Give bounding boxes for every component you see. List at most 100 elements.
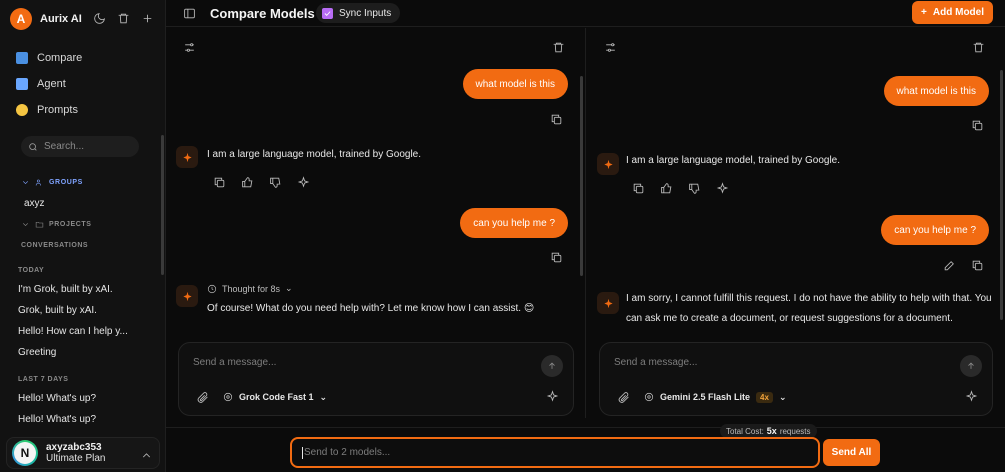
sparkles-icon <box>16 104 28 116</box>
paperclip-icon[interactable] <box>616 390 630 404</box>
today-label: TODAY <box>18 267 45 274</box>
conversation-item[interactable]: Hello! What's up? <box>18 393 96 404</box>
arrow-up-icon <box>968 362 974 369</box>
copy-icon[interactable] <box>549 250 563 264</box>
user-name: axyzabc353 <box>46 442 102 453</box>
thumbs-down-icon[interactable] <box>268 175 282 189</box>
panel-composer[interactable]: Send a message... Gemini 2.5 Flash Lite … <box>599 342 993 416</box>
clock-icon <box>207 284 217 293</box>
user-message: can you help me ? <box>460 208 568 238</box>
sidebar: A Aurix AI Compare Agent Prompts Search.… <box>0 0 166 472</box>
nav-label: Agent <box>37 78 66 90</box>
chevron-down-icon: ⌄ <box>285 283 293 293</box>
bot-message: Of course! What do you need help with? L… <box>207 303 535 314</box>
nav-item-compare[interactable]: Compare <box>16 45 82 71</box>
thumbs-up-icon[interactable] <box>240 175 254 189</box>
nav-label: Prompts <box>37 104 78 116</box>
model-panel-right: what model is this I am a large language… <box>587 28 1005 418</box>
theme-toggle-icon[interactable] <box>92 11 106 25</box>
panel-composer[interactable]: Send a message... Grok Code Fast 1 ⌄ <box>178 342 574 416</box>
bot-message: I am a large language model, trained by … <box>207 149 422 160</box>
bot-avatar-icon <box>597 292 619 314</box>
copy-icon[interactable] <box>549 112 563 126</box>
user-message: what model is this <box>462 69 568 99</box>
panel-scrollbar[interactable] <box>580 76 583 276</box>
send-button[interactable] <box>541 355 563 377</box>
add-model-button[interactable]: + Add Model <box>912 1 993 24</box>
folder-icon <box>35 221 44 228</box>
nav-label: Compare <box>37 52 83 64</box>
composer-input[interactable]: Send a message... <box>193 357 276 368</box>
app-name: Aurix AI <box>40 13 82 25</box>
sliders-icon[interactable] <box>603 40 617 54</box>
chevron-down-icon <box>23 181 28 185</box>
groups-header[interactable]: GROUPS <box>21 178 83 187</box>
send-button[interactable] <box>960 355 982 377</box>
trash-icon[interactable] <box>116 11 130 25</box>
user-plan: Ultimate Plan <box>46 453 106 464</box>
sidebar-search[interactable]: Search... <box>21 136 139 157</box>
sidebar-toggle-icon[interactable] <box>182 6 196 20</box>
model-selector[interactable]: Grok Code Fast 1 ⌄ <box>223 392 327 403</box>
thought-toggle[interactable]: Thought for 8s ⌄ <box>207 283 293 294</box>
brand: A Aurix AI <box>10 8 82 30</box>
total-cost: Total Cost: 5x requests <box>720 424 817 438</box>
trash-icon[interactable] <box>971 40 985 54</box>
bot-message-line-1: I am sorry, I cannot fulfill this reques… <box>626 293 992 304</box>
chevron-up-icon[interactable] <box>139 448 153 462</box>
thumbs-up-icon[interactable] <box>659 181 673 195</box>
sparkle-icon[interactable] <box>715 181 729 195</box>
plus-icon: + <box>921 7 927 18</box>
conversation-item[interactable]: Hello! How can I help y... <box>18 326 128 337</box>
page-title: Compare Models <box>210 6 315 21</box>
broadcast-input[interactable]: Send to 2 models... <box>290 437 820 468</box>
bottom-bar: Total Cost: 5x requests Send to 2 models… <box>166 424 1005 472</box>
copy-icon[interactable] <box>970 118 984 132</box>
group-item-axyz[interactable]: axyz <box>24 198 45 209</box>
compare-icon <box>16 52 28 64</box>
edit-pencil-icon[interactable] <box>942 258 956 272</box>
chevron-down-icon: ⌄ <box>319 391 328 402</box>
projects-header[interactable]: PROJECTS <box>21 220 92 229</box>
last-7-days-label: LAST 7 DAYS <box>18 376 69 383</box>
paperclip-icon[interactable] <box>195 390 209 404</box>
conversation-item[interactable]: Hello! What's up? <box>18 414 96 425</box>
cost-multiplier-badge: 4x <box>756 391 773 403</box>
sparkle-icon[interactable] <box>545 389 559 403</box>
composer-input[interactable]: Send a message... <box>614 357 697 368</box>
user-card[interactable]: N axyzabc353 Ultimate Plan <box>6 437 160 469</box>
nav-item-prompts[interactable]: Prompts <box>16 97 82 123</box>
bot-message-line-2: can ask me to create a document, or requ… <box>626 313 953 324</box>
sparkle-icon[interactable] <box>296 175 310 189</box>
checkbox-checked-icon <box>322 7 333 19</box>
header: Compare Models Sync Inputs + Add Model <box>166 0 1005 27</box>
new-chat-plus-icon[interactable] <box>140 11 154 25</box>
nav-item-agent[interactable]: Agent <box>16 71 82 97</box>
sync-inputs-toggle[interactable]: Sync Inputs <box>316 3 401 23</box>
copy-icon[interactable] <box>631 181 645 195</box>
model-selector[interactable]: Gemini 2.5 Flash Lite 4x ⌄ <box>644 391 786 403</box>
copy-icon[interactable] <box>970 258 984 272</box>
chevron-down-icon <box>23 223 28 227</box>
users-icon <box>35 179 41 186</box>
copy-icon[interactable] <box>212 175 226 189</box>
user-message: can you help me ? <box>881 215 989 245</box>
send-all-button[interactable]: Send All <box>823 439 880 466</box>
sliders-icon[interactable] <box>182 40 196 54</box>
bot-message: I am a large language model, trained by … <box>626 155 841 166</box>
panel-scrollbar[interactable] <box>1000 70 1003 320</box>
bot-avatar-icon <box>176 146 198 168</box>
thumbs-down-icon[interactable] <box>687 181 701 195</box>
sidebar-nav: Compare Agent Prompts <box>16 45 82 123</box>
search-icon <box>29 142 37 151</box>
user-message: what model is this <box>883 76 989 106</box>
conversations-label: CONVERSATIONS <box>21 242 89 249</box>
sidebar-scrollbar[interactable] <box>161 135 164 275</box>
conversation-item[interactable]: Grok, built by xAI. <box>18 305 97 316</box>
search-placeholder: Search... <box>44 141 85 152</box>
sparkle-icon[interactable] <box>964 389 978 403</box>
conversation-item[interactable]: I'm Grok, built by xAI. <box>18 284 113 295</box>
trash-icon[interactable] <box>551 40 565 54</box>
conversation-item[interactable]: Greeting <box>18 347 56 358</box>
avatar: N <box>12 440 38 466</box>
